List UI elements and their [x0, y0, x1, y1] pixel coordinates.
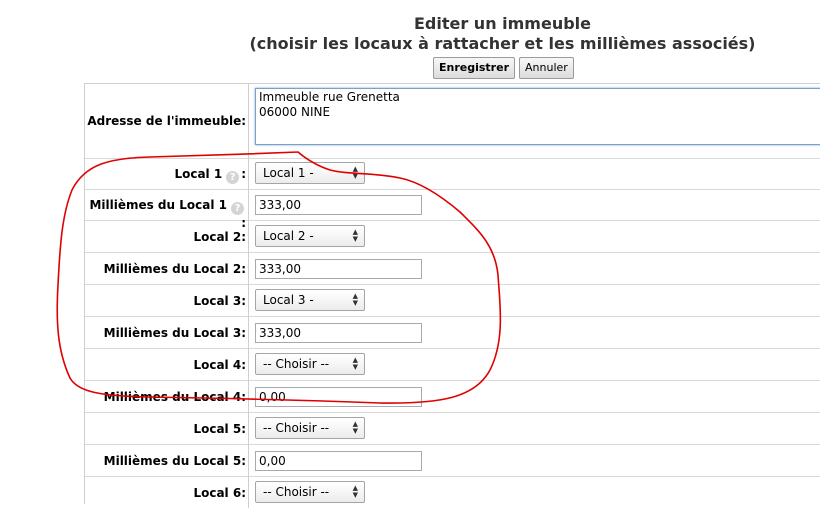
millieme-3-label: Millièmes du Local 3:: [103, 326, 246, 340]
column-divider: [248, 476, 249, 508]
button-bar: Enregistrer Annuler: [433, 57, 574, 79]
local-4-select-value: -- Choisir --: [263, 357, 330, 371]
millieme-5-row: Millièmes du Local 5: 0,00: [85, 444, 820, 477]
millieme-1-row: Millièmes du Local 1?: 333,00: [85, 189, 820, 230]
page-title: Editer un immeuble: [413, 14, 592, 33]
column-divider: [248, 189, 249, 220]
local-5-select[interactable]: -- Choisir -- ▲ ▼: [255, 417, 365, 439]
address-textarea[interactable]: [255, 88, 820, 145]
column-divider: [248, 316, 249, 348]
select-arrows-icon: ▲ ▼: [352, 484, 358, 499]
local-2-label: Local 2:: [193, 230, 246, 244]
local-5-row: Local 5: -- Choisir -- ▲ ▼: [85, 412, 820, 445]
local-1-select-value: Local 1 -: [263, 166, 314, 180]
building-form: Adresse de l'immeuble: Local 1?: Local 1…: [84, 83, 820, 508]
help-icon[interactable]: ?: [231, 202, 244, 215]
millieme-2-row: Millièmes du Local 2: 333,00: [85, 252, 820, 285]
column-divider: [248, 412, 249, 444]
millieme-1-input[interactable]: 333,00: [255, 195, 422, 215]
local-2-select[interactable]: Local 2 - ▲ ▼: [255, 225, 365, 247]
local-5-select-value: -- Choisir --: [263, 421, 330, 435]
column-divider: [248, 252, 249, 284]
local-3-row: Local 3: Local 3 - ▲ ▼: [85, 284, 820, 317]
millieme-2-label: Millièmes du Local 2:: [103, 262, 246, 276]
millieme-4-label: Millièmes du Local 4:: [103, 390, 246, 404]
column-divider: [248, 444, 249, 476]
local-1-select[interactable]: Local 1 - ▲ ▼: [255, 162, 365, 184]
column-divider: [248, 158, 249, 189]
millieme-3-input[interactable]: 333,00: [255, 323, 422, 343]
local-6-select[interactable]: -- Choisir -- ▲ ▼: [255, 481, 365, 503]
local-2-row: Local 2: Local 2 - ▲ ▼: [85, 220, 820, 253]
local-1-label: Local 1?:: [174, 167, 246, 184]
local-4-select[interactable]: -- Choisir -- ▲ ▼: [255, 353, 365, 375]
address-label: Adresse de l'immeuble:: [87, 114, 246, 128]
address-row: Adresse de l'immeuble:: [85, 84, 820, 159]
page-subtitle: (choisir les locaux à rattacher et les m…: [249, 34, 756, 53]
local-2-select-value: Local 2 -: [263, 229, 314, 243]
cancel-button[interactable]: Annuler: [519, 57, 574, 79]
select-arrows-icon: ▲ ▼: [352, 165, 358, 180]
column-divider: [248, 348, 249, 380]
column-divider: [248, 380, 249, 412]
select-arrows-icon: ▲ ▼: [352, 356, 358, 371]
millieme-4-input[interactable]: 0,00: [255, 387, 422, 407]
local-1-row: Local 1?: Local 1 - ▲ ▼: [85, 158, 820, 190]
local-3-label: Local 3:: [193, 294, 246, 308]
save-button[interactable]: Enregistrer: [433, 57, 515, 79]
local-3-select[interactable]: Local 3 - ▲ ▼: [255, 289, 365, 311]
column-divider: [248, 284, 249, 316]
help-icon[interactable]: ?: [226, 171, 240, 184]
column-divider: [248, 84, 249, 158]
local-5-label: Local 5:: [193, 422, 246, 436]
select-arrows-icon: ▲ ▼: [352, 420, 358, 435]
local-4-label: Local 4:: [193, 358, 246, 372]
millieme-3-row: Millièmes du Local 3: 333,00: [85, 316, 820, 349]
column-divider: [248, 220, 249, 252]
local-6-row: Local 6: -- Choisir -- ▲ ▼: [85, 476, 820, 508]
local-6-label: Local 6:: [193, 486, 246, 500]
millieme-5-input[interactable]: 0,00: [255, 451, 422, 471]
local-6-select-value: -- Choisir --: [263, 485, 330, 499]
millieme-2-input[interactable]: 333,00: [255, 259, 422, 279]
select-arrows-icon: ▲ ▼: [352, 228, 358, 243]
select-arrows-icon: ▲ ▼: [352, 292, 358, 307]
local-4-row: Local 4: -- Choisir -- ▲ ▼: [85, 348, 820, 381]
local-3-select-value: Local 3 -: [263, 293, 314, 307]
millieme-5-label: Millièmes du Local 5:: [103, 454, 246, 468]
millieme-4-row: Millièmes du Local 4: 0,00: [85, 380, 820, 413]
